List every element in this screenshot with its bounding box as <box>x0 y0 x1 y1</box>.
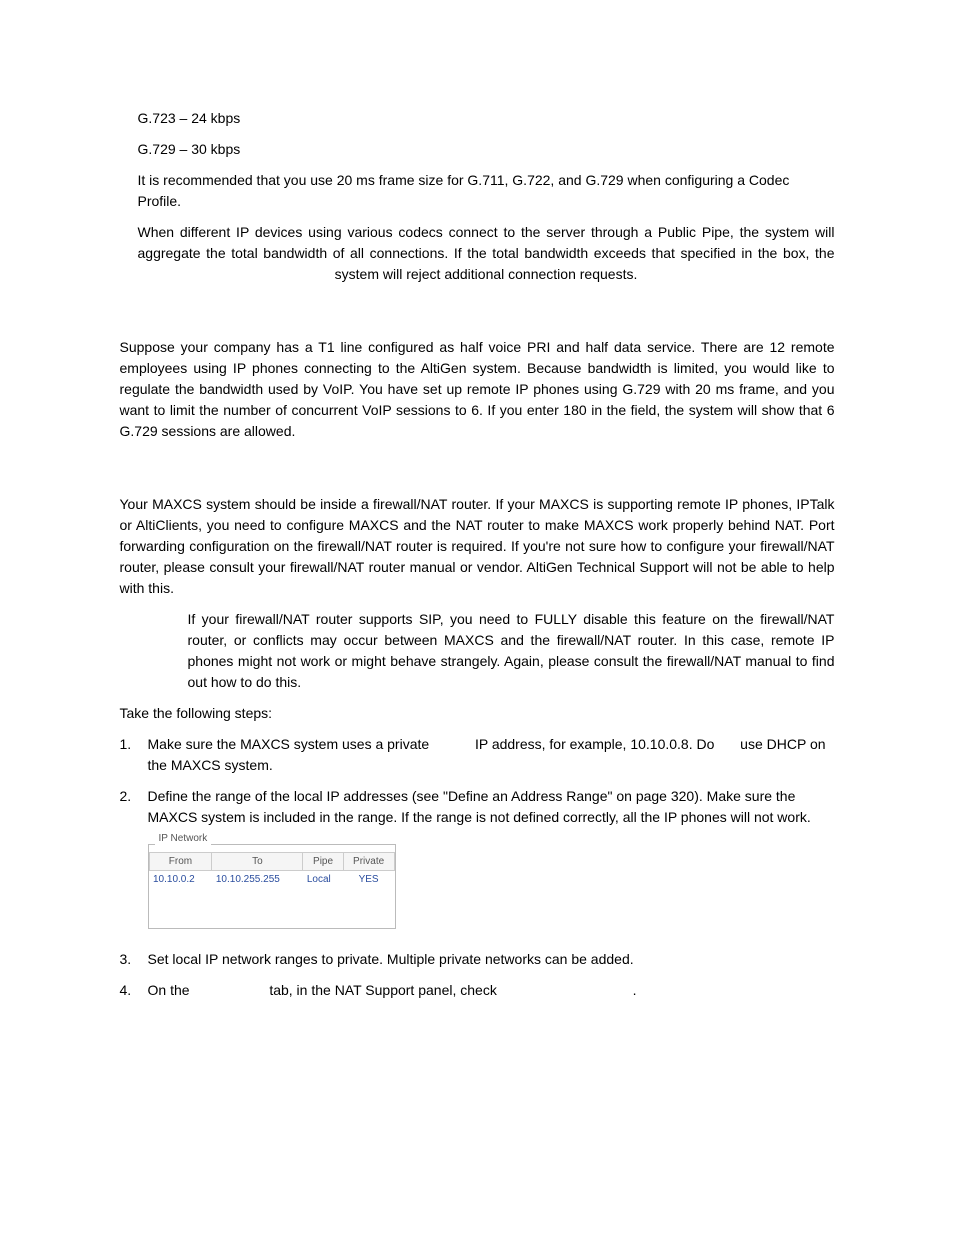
ip-network-panel: IP Network From To Pipe Private <box>148 844 396 929</box>
step-3: 3. Set local IP network ranges to privat… <box>120 949 835 970</box>
col-from: From <box>149 853 212 871</box>
codec-g723-line: G.723 – 24 kbps <box>138 108 835 129</box>
step-4-text-a: On the <box>148 982 194 998</box>
step-1-text-b: IP address, for example, 10.10.0.8. Do <box>475 736 718 752</box>
codec-g729-line: G.729 – 30 kbps <box>138 139 835 160</box>
document-page: G.723 – 24 kbps G.729 – 30 kbps It is re… <box>120 0 835 1001</box>
bandwidth-aggregation-note: When different IP devices using various … <box>138 222 835 285</box>
cell-from: 10.10.0.2 <box>149 871 212 889</box>
sip-disable-note: If your firewall/NAT router supports SIP… <box>188 609 835 693</box>
step-4-text-b: tab, in the NAT Support panel, check <box>269 982 500 998</box>
step-4: 4. On the tab, in the NAT Support panel,… <box>120 980 835 1001</box>
step-marker: 3. <box>120 949 132 970</box>
col-pipe: Pipe <box>303 853 343 871</box>
step-2: 2. Define the range of the local IP addr… <box>120 786 835 929</box>
steps-list: 1. Make sure the MAXCS system uses a pri… <box>120 734 835 1001</box>
step-marker: 4. <box>120 980 132 1001</box>
bandwidth-example: Suppose your company has a T1 line confi… <box>120 337 835 442</box>
steps-intro: Take the following steps: <box>120 703 835 724</box>
ip-network-legend: IP Network <box>155 831 212 846</box>
col-to: To <box>212 853 303 871</box>
step-4-text-c: . <box>633 982 637 998</box>
cell-pipe: Local <box>303 871 343 889</box>
codec-recommendation: It is recommended that you use 20 ms fra… <box>138 170 835 212</box>
table-row[interactable]: 10.10.0.2 10.10.255.255 Local YES <box>149 871 394 889</box>
ip-network-table: From To Pipe Private 10.10.0.2 10.10.255… <box>149 852 395 888</box>
cell-to: 10.10.255.255 <box>212 871 303 889</box>
step-marker: 2. <box>120 786 132 807</box>
step-2-text: Define the range of the local IP address… <box>148 788 811 825</box>
cell-private: YES <box>343 871 394 889</box>
nat-overview: Your MAXCS system should be inside a fir… <box>120 494 835 599</box>
step-marker: 1. <box>120 734 132 755</box>
col-private: Private <box>343 853 394 871</box>
step-1-text-a: Make sure the MAXCS system uses a privat… <box>148 736 434 752</box>
step-1: 1. Make sure the MAXCS system uses a pri… <box>120 734 835 776</box>
step-3-text: Set local IP network ranges to private. … <box>148 951 634 967</box>
